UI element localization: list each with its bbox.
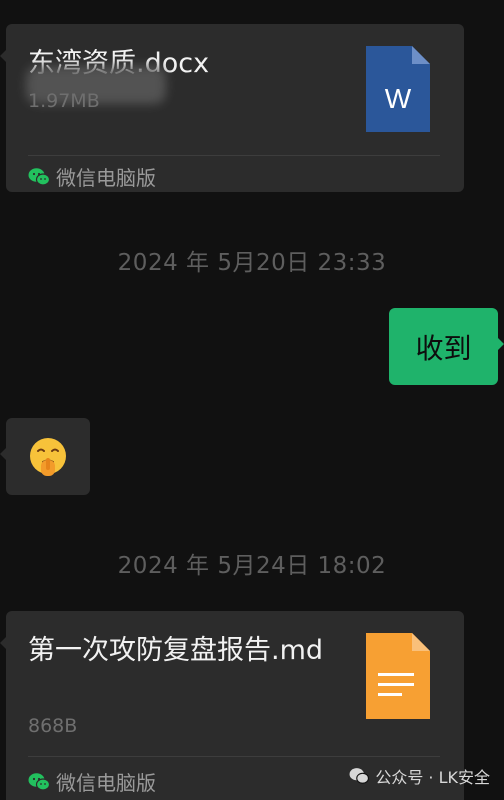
source-label-2: 微信电脑版: [28, 767, 156, 796]
shush-emoji-icon: [30, 437, 66, 476]
word-doc-icon: W: [366, 46, 430, 132]
watermark: 公众号 · LK安全: [349, 764, 490, 788]
wechat-icon: [349, 768, 370, 784]
file-size-2: 868B: [28, 715, 78, 737]
wechat-icon: [28, 772, 50, 791]
received-emoji-bubble[interactable]: [0, 418, 90, 495]
card-divider-1: [28, 155, 440, 156]
watermark-text: 公众号 · LK安全: [375, 768, 490, 787]
timestamp-1: 2024 年 5月20日 23:33: [117, 250, 387, 276]
card-divider-2: [28, 756, 440, 757]
file-message-card-1[interactable]: 东湾资质.docx 1.97MB W 微信电脑版: [0, 24, 464, 192]
svg-text:W: W: [385, 83, 412, 114]
source-label-1: 微信电脑版: [28, 162, 156, 191]
timestamp-2: 2024 年 5月24日 18:02: [117, 553, 387, 579]
sent-message-text: 收到: [415, 331, 472, 365]
file-size-1: 1.97MB: [28, 90, 100, 112]
text-doc-icon: [366, 633, 430, 719]
source-text-1: 微信电脑版: [56, 166, 156, 190]
sent-message-bubble[interactable]: 收到: [389, 308, 504, 385]
wechat-icon: [28, 167, 50, 186]
source-text-2: 微信电脑版: [56, 771, 156, 795]
file-name-2: 第一次攻防复盘报告.md: [28, 635, 324, 666]
